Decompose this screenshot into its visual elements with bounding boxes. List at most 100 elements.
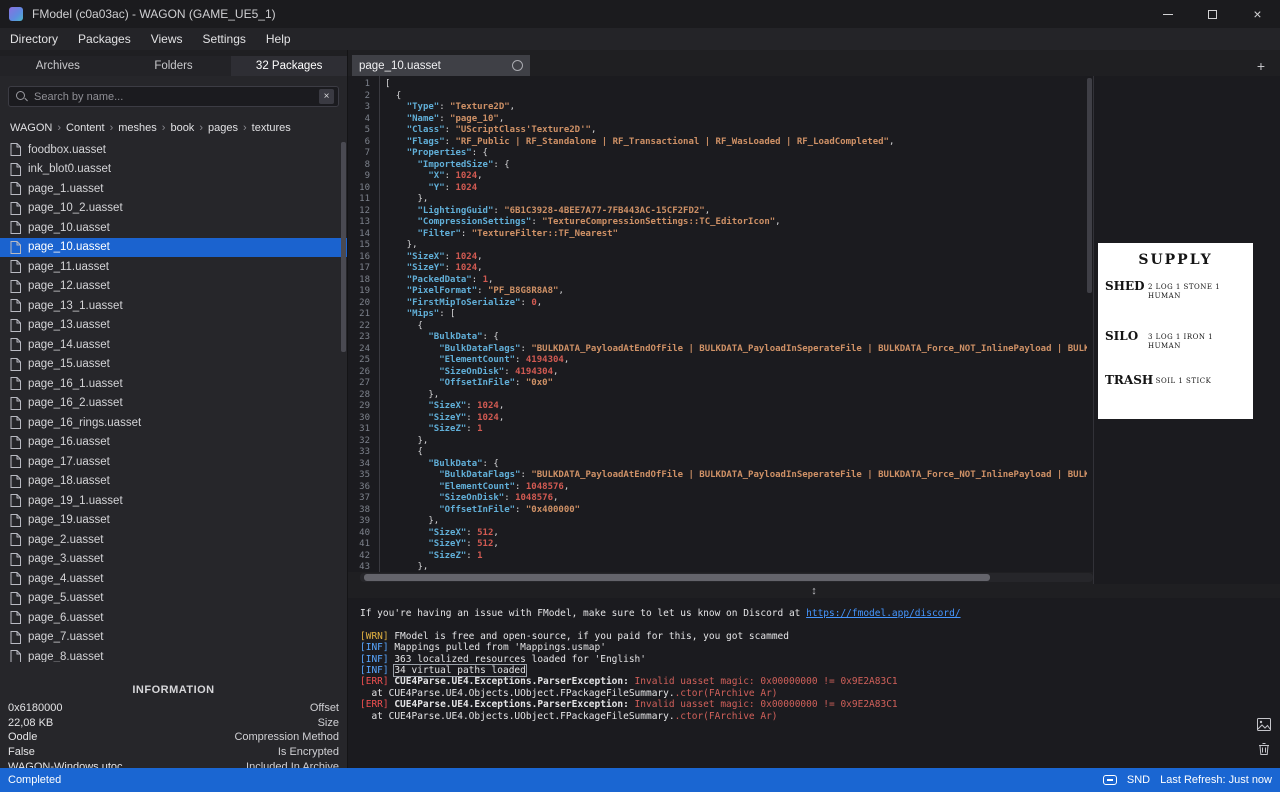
file-list-item[interactable]: page_10_2.uasset xyxy=(0,199,347,219)
file-name: foodbox.uasset xyxy=(28,143,107,156)
file-list-scrollbar[interactable] xyxy=(341,140,346,662)
search-input[interactable] xyxy=(34,90,319,103)
file-list-item[interactable]: page_19.uasset xyxy=(0,511,347,531)
code-line: "SizeX": 1024, xyxy=(428,401,505,411)
maximize-button[interactable] xyxy=(1190,0,1235,28)
file-icon xyxy=(10,474,21,488)
file-list-item[interactable]: page_19_1.uasset xyxy=(0,491,347,511)
file-list-item[interactable]: page_16_2.uasset xyxy=(0,394,347,414)
info-row: 22,08 KB Size xyxy=(0,716,347,731)
file-name: page_19_1.uasset xyxy=(28,494,123,507)
code-line: "BulkDataFlags": "BULKDATA_PayloadAtEndO… xyxy=(439,470,1087,480)
line-number: 21 xyxy=(359,309,370,319)
file-list-item[interactable]: page_8.uasset xyxy=(0,647,347,662)
file-list-item[interactable]: page_17.uasset xyxy=(0,452,347,472)
line-number: 10 xyxy=(359,182,370,193)
line-number: 17 xyxy=(359,263,370,273)
file-list-item[interactable]: page_5.uasset xyxy=(0,589,347,609)
file-name: page_14.uasset xyxy=(28,338,110,351)
file-list-item[interactable]: page_13.uasset xyxy=(0,316,347,336)
menu-item-help[interactable]: Help xyxy=(256,28,301,50)
file-icon xyxy=(10,552,21,566)
log-text: [WRN] xyxy=(360,630,395,642)
sidebar-tab-archives[interactable]: Archives xyxy=(0,56,116,76)
breadcrumb-separator: › xyxy=(161,122,166,134)
file-list-item[interactable]: ink_blot0.uasset xyxy=(0,160,347,180)
code-line: }, xyxy=(385,194,429,204)
clear-search-button[interactable]: × xyxy=(319,89,334,104)
file-name: page_13.uasset xyxy=(28,319,110,332)
code-line: "PackedData": 1, xyxy=(406,274,494,285)
clear-log-button[interactable] xyxy=(1256,741,1272,757)
file-list-item[interactable]: page_16_1.uasset xyxy=(0,374,347,394)
line-number: 32 xyxy=(359,435,370,446)
file-list-item[interactable]: page_1.uasset xyxy=(0,179,347,199)
file-list-item[interactable]: page_6.uasset xyxy=(0,608,347,628)
file-list-item[interactable]: page_3.uasset xyxy=(0,550,347,570)
file-list-item[interactable]: page_13_1.uasset xyxy=(0,296,347,316)
main-panel: page_10.uasset + 1 2 3 4 5 6 7 8 9 10 11 12 13 14 15 16… xyxy=(348,50,1280,768)
snd-icon[interactable] xyxy=(1102,775,1117,785)
code-horizontal-scrollbar[interactable] xyxy=(360,573,1093,582)
line-number: 36 xyxy=(359,481,370,492)
scrollbar-thumb[interactable] xyxy=(1087,78,1092,293)
code-line: "PixelFormat": "PF_B8G8R8A8", xyxy=(406,286,564,296)
breadcrumb-segment[interactable]: textures xyxy=(252,122,291,134)
info-label: Size xyxy=(317,716,339,729)
scrollbar-thumb[interactable] xyxy=(341,142,346,352)
breadcrumb-segment[interactable]: Content xyxy=(66,122,105,134)
file-list-item[interactable]: page_16.uasset xyxy=(0,433,347,453)
breadcrumb-segment[interactable]: meshes xyxy=(118,122,157,134)
file-name: page_8.uasset xyxy=(28,650,104,662)
info-value: False xyxy=(8,746,35,759)
close-button[interactable]: × xyxy=(1235,0,1280,28)
menu-item-views[interactable]: Views xyxy=(141,28,193,50)
file-list-item[interactable]: page_15.uasset xyxy=(0,355,347,375)
code-line: "X": 1024, xyxy=(428,171,483,181)
file-list-item[interactable]: page_11.uasset xyxy=(0,257,347,277)
log-text: [INF] xyxy=(360,653,395,665)
file-name: page_2.uasset xyxy=(28,533,104,546)
texture-preview[interactable]: SUPPLY SHED 2 LOG 1 STONE 1 HUMAN SILO 3 LO… xyxy=(1098,243,1253,419)
log-link[interactable]: https://fmodel.app/discord/ xyxy=(806,608,960,619)
sidebar-tab-32-packages[interactable]: 32 Packages xyxy=(231,56,348,76)
info-label: Compression Method xyxy=(234,731,339,744)
tab-close-icon[interactable] xyxy=(512,60,523,71)
breadcrumb-segment[interactable]: book xyxy=(170,122,194,134)
new-tab-button[interactable]: + xyxy=(1252,55,1270,76)
line-number: 3 xyxy=(364,102,370,112)
menu-item-settings[interactable]: Settings xyxy=(193,28,256,50)
code-line: "FirstMipToSerialize": 0, xyxy=(406,297,543,308)
code-vertical-scrollbar[interactable] xyxy=(1087,78,1092,570)
file-list-item[interactable]: page_12.uasset xyxy=(0,277,347,297)
file-list-item[interactable]: page_4.uasset xyxy=(0,569,347,589)
preview-title: SUPPLY xyxy=(1138,252,1213,268)
file-list-item[interactable]: page_2.uasset xyxy=(0,530,347,550)
file-name: page_16_rings.uasset xyxy=(28,416,142,429)
breadcrumb-segment[interactable]: pages xyxy=(208,122,238,134)
line-number: 42 xyxy=(359,550,370,561)
minimize-button[interactable] xyxy=(1145,0,1190,28)
document-tab[interactable]: page_10.uasset xyxy=(352,55,530,76)
save-image-button[interactable] xyxy=(1256,716,1272,732)
log-text: .ctor(FArchive Ar) xyxy=(674,710,778,722)
breadcrumb-segment[interactable]: WAGON xyxy=(10,122,52,134)
file-list-item[interactable]: foodbox.uasset xyxy=(0,140,347,160)
code-line: }, xyxy=(385,389,440,400)
file-list-item[interactable]: page_7.uasset xyxy=(0,628,347,648)
search-box[interactable]: × xyxy=(8,86,339,107)
file-list-item[interactable]: page_10.uasset xyxy=(0,237,347,257)
menu-item-packages[interactable]: Packages xyxy=(68,28,141,50)
file-icon xyxy=(10,611,21,625)
file-icon xyxy=(10,201,21,215)
file-list-item[interactable]: page_10.uasset xyxy=(0,218,347,238)
file-list-item[interactable]: page_16_rings.uasset xyxy=(0,413,347,433)
breadcrumb-separator: › xyxy=(242,122,247,134)
code-editor[interactable]: 1 2 3 4 5 6 7 8 9 10 11 12 13 14 15 16 17 18 19 20 21 22 23 24 2… xyxy=(348,76,1093,572)
file-list-item[interactable]: page_14.uasset xyxy=(0,335,347,355)
file-list-item[interactable]: page_18.uasset xyxy=(0,472,347,492)
log-splitter[interactable]: ↕ xyxy=(348,584,1280,598)
sidebar-tab-folders[interactable]: Folders xyxy=(115,56,232,76)
menu-item-directory[interactable]: Directory xyxy=(0,28,68,50)
scrollbar-thumb[interactable] xyxy=(364,574,990,581)
